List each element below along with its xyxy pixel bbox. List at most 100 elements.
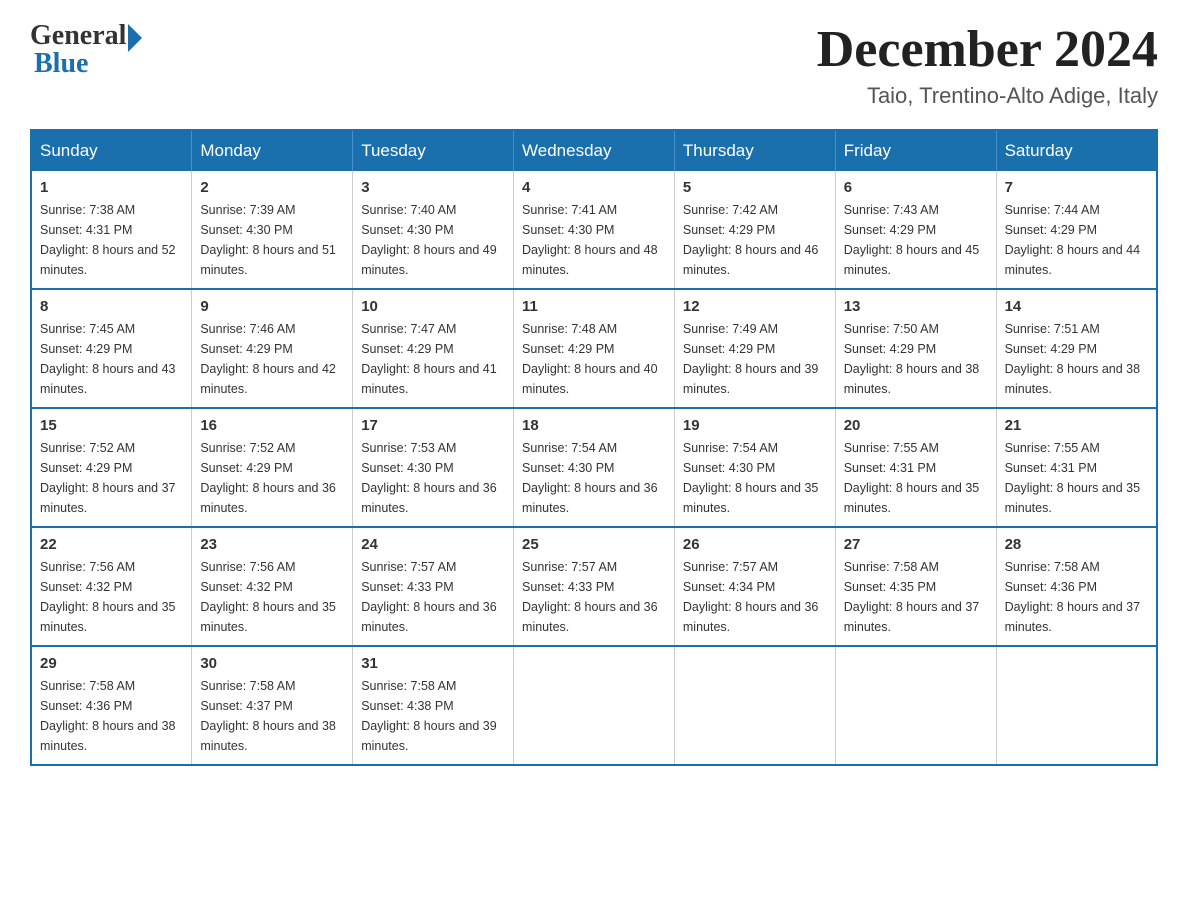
header-monday: Monday [192, 130, 353, 171]
day-number: 7 [1005, 179, 1148, 196]
page-header: General Blue December 2024 Taio, Trentin… [30, 20, 1158, 109]
day-number: 24 [361, 536, 505, 553]
day-number: 27 [844, 536, 988, 553]
day-info: Sunrise: 7:49 AM Sunset: 4:29 PM Dayligh… [683, 319, 827, 399]
day-number: 23 [200, 536, 344, 553]
day-info: Sunrise: 7:56 AM Sunset: 4:32 PM Dayligh… [40, 557, 183, 637]
day-info: Sunrise: 7:51 AM Sunset: 4:29 PM Dayligh… [1005, 319, 1148, 399]
day-info: Sunrise: 7:56 AM Sunset: 4:32 PM Dayligh… [200, 557, 344, 637]
calendar-cell: 11 Sunrise: 7:48 AM Sunset: 4:29 PM Dayl… [514, 289, 675, 408]
day-number: 28 [1005, 536, 1148, 553]
day-number: 14 [1005, 298, 1148, 315]
calendar-cell: 2 Sunrise: 7:39 AM Sunset: 4:30 PM Dayli… [192, 171, 353, 289]
location-title: Taio, Trentino-Alto Adige, Italy [817, 83, 1158, 109]
day-info: Sunrise: 7:45 AM Sunset: 4:29 PM Dayligh… [40, 319, 183, 399]
day-number: 12 [683, 298, 827, 315]
calendar-cell [674, 646, 835, 765]
logo-blue-text: Blue [30, 48, 88, 80]
day-number: 4 [522, 179, 666, 196]
header-saturday: Saturday [996, 130, 1157, 171]
day-number: 31 [361, 655, 505, 672]
calendar-table: SundayMondayTuesdayWednesdayThursdayFrid… [30, 129, 1158, 766]
calendar-cell: 16 Sunrise: 7:52 AM Sunset: 4:29 PM Dayl… [192, 408, 353, 527]
calendar-cell: 27 Sunrise: 7:58 AM Sunset: 4:35 PM Dayl… [835, 527, 996, 646]
day-info: Sunrise: 7:52 AM Sunset: 4:29 PM Dayligh… [40, 438, 183, 518]
calendar-cell: 23 Sunrise: 7:56 AM Sunset: 4:32 PM Dayl… [192, 527, 353, 646]
calendar-cell [514, 646, 675, 765]
calendar-cell: 18 Sunrise: 7:54 AM Sunset: 4:30 PM Dayl… [514, 408, 675, 527]
day-number: 18 [522, 417, 666, 434]
day-info: Sunrise: 7:43 AM Sunset: 4:29 PM Dayligh… [844, 200, 988, 280]
day-info: Sunrise: 7:44 AM Sunset: 4:29 PM Dayligh… [1005, 200, 1148, 280]
calendar-cell: 25 Sunrise: 7:57 AM Sunset: 4:33 PM Dayl… [514, 527, 675, 646]
header-thursday: Thursday [674, 130, 835, 171]
day-info: Sunrise: 7:40 AM Sunset: 4:30 PM Dayligh… [361, 200, 505, 280]
day-number: 25 [522, 536, 666, 553]
calendar-cell: 28 Sunrise: 7:58 AM Sunset: 4:36 PM Dayl… [996, 527, 1157, 646]
day-number: 6 [844, 179, 988, 196]
day-info: Sunrise: 7:50 AM Sunset: 4:29 PM Dayligh… [844, 319, 988, 399]
day-info: Sunrise: 7:57 AM Sunset: 4:33 PM Dayligh… [522, 557, 666, 637]
day-info: Sunrise: 7:47 AM Sunset: 4:29 PM Dayligh… [361, 319, 505, 399]
calendar-week-row: 1 Sunrise: 7:38 AM Sunset: 4:31 PM Dayli… [31, 171, 1157, 289]
day-info: Sunrise: 7:54 AM Sunset: 4:30 PM Dayligh… [683, 438, 827, 518]
calendar-cell: 26 Sunrise: 7:57 AM Sunset: 4:34 PM Dayl… [674, 527, 835, 646]
calendar-cell [996, 646, 1157, 765]
calendar-cell: 9 Sunrise: 7:46 AM Sunset: 4:29 PM Dayli… [192, 289, 353, 408]
day-info: Sunrise: 7:52 AM Sunset: 4:29 PM Dayligh… [200, 438, 344, 518]
calendar-cell: 22 Sunrise: 7:56 AM Sunset: 4:32 PM Dayl… [31, 527, 192, 646]
calendar-cell: 4 Sunrise: 7:41 AM Sunset: 4:30 PM Dayli… [514, 171, 675, 289]
calendar-cell: 17 Sunrise: 7:53 AM Sunset: 4:30 PM Dayl… [353, 408, 514, 527]
day-number: 29 [40, 655, 183, 672]
header-friday: Friday [835, 130, 996, 171]
day-number: 9 [200, 298, 344, 315]
calendar-cell: 12 Sunrise: 7:49 AM Sunset: 4:29 PM Dayl… [674, 289, 835, 408]
calendar-cell: 31 Sunrise: 7:58 AM Sunset: 4:38 PM Dayl… [353, 646, 514, 765]
header-sunday: Sunday [31, 130, 192, 171]
calendar-cell: 8 Sunrise: 7:45 AM Sunset: 4:29 PM Dayli… [31, 289, 192, 408]
calendar-cell: 15 Sunrise: 7:52 AM Sunset: 4:29 PM Dayl… [31, 408, 192, 527]
day-info: Sunrise: 7:48 AM Sunset: 4:29 PM Dayligh… [522, 319, 666, 399]
day-info: Sunrise: 7:58 AM Sunset: 4:37 PM Dayligh… [200, 676, 344, 756]
day-info: Sunrise: 7:58 AM Sunset: 4:36 PM Dayligh… [1005, 557, 1148, 637]
day-info: Sunrise: 7:54 AM Sunset: 4:30 PM Dayligh… [522, 438, 666, 518]
calendar-cell: 19 Sunrise: 7:54 AM Sunset: 4:30 PM Dayl… [674, 408, 835, 527]
day-number: 2 [200, 179, 344, 196]
day-number: 8 [40, 298, 183, 315]
day-info: Sunrise: 7:46 AM Sunset: 4:29 PM Dayligh… [200, 319, 344, 399]
calendar-cell: 24 Sunrise: 7:57 AM Sunset: 4:33 PM Dayl… [353, 527, 514, 646]
calendar-cell: 5 Sunrise: 7:42 AM Sunset: 4:29 PM Dayli… [674, 171, 835, 289]
day-number: 15 [40, 417, 183, 434]
calendar-week-row: 22 Sunrise: 7:56 AM Sunset: 4:32 PM Dayl… [31, 527, 1157, 646]
title-section: December 2024 Taio, Trentino-Alto Adige,… [817, 20, 1158, 109]
day-number: 13 [844, 298, 988, 315]
day-number: 17 [361, 417, 505, 434]
calendar-week-row: 29 Sunrise: 7:58 AM Sunset: 4:36 PM Dayl… [31, 646, 1157, 765]
day-info: Sunrise: 7:42 AM Sunset: 4:29 PM Dayligh… [683, 200, 827, 280]
calendar-cell: 10 Sunrise: 7:47 AM Sunset: 4:29 PM Dayl… [353, 289, 514, 408]
day-number: 26 [683, 536, 827, 553]
calendar-cell: 6 Sunrise: 7:43 AM Sunset: 4:29 PM Dayli… [835, 171, 996, 289]
calendar-cell: 14 Sunrise: 7:51 AM Sunset: 4:29 PM Dayl… [996, 289, 1157, 408]
calendar-cell [835, 646, 996, 765]
day-number: 30 [200, 655, 344, 672]
calendar-cell: 1 Sunrise: 7:38 AM Sunset: 4:31 PM Dayli… [31, 171, 192, 289]
day-number: 5 [683, 179, 827, 196]
calendar-header-row: SundayMondayTuesdayWednesdayThursdayFrid… [31, 130, 1157, 171]
day-number: 20 [844, 417, 988, 434]
day-number: 1 [40, 179, 183, 196]
day-info: Sunrise: 7:57 AM Sunset: 4:33 PM Dayligh… [361, 557, 505, 637]
calendar-cell: 20 Sunrise: 7:55 AM Sunset: 4:31 PM Dayl… [835, 408, 996, 527]
calendar-cell: 29 Sunrise: 7:58 AM Sunset: 4:36 PM Dayl… [31, 646, 192, 765]
calendar-cell: 3 Sunrise: 7:40 AM Sunset: 4:30 PM Dayli… [353, 171, 514, 289]
month-title: December 2024 [817, 20, 1158, 79]
day-info: Sunrise: 7:58 AM Sunset: 4:35 PM Dayligh… [844, 557, 988, 637]
day-number: 19 [683, 417, 827, 434]
logo-arrow-icon [128, 24, 142, 52]
calendar-cell: 21 Sunrise: 7:55 AM Sunset: 4:31 PM Dayl… [996, 408, 1157, 527]
day-info: Sunrise: 7:53 AM Sunset: 4:30 PM Dayligh… [361, 438, 505, 518]
day-number: 11 [522, 298, 666, 315]
day-number: 21 [1005, 417, 1148, 434]
day-info: Sunrise: 7:57 AM Sunset: 4:34 PM Dayligh… [683, 557, 827, 637]
day-number: 3 [361, 179, 505, 196]
